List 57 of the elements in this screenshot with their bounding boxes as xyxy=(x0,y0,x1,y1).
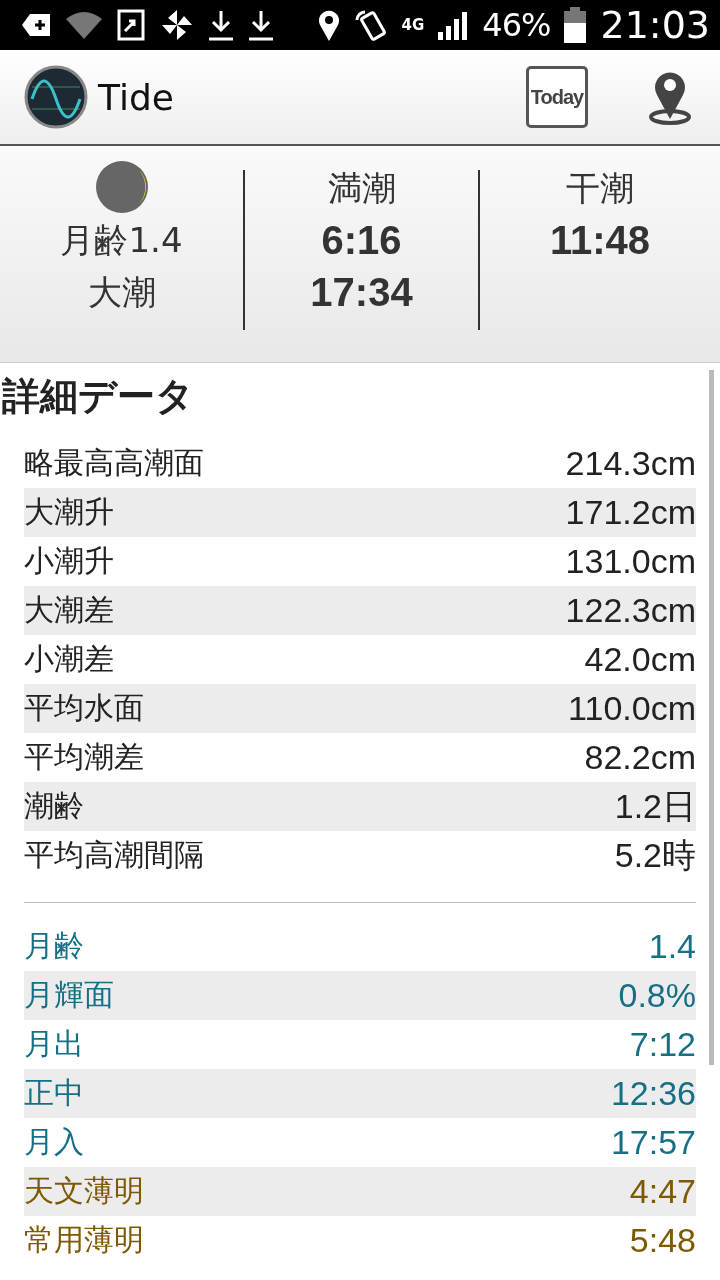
row-value: 122.3cm xyxy=(565,591,696,630)
location-icon xyxy=(317,9,340,41)
screen-share-icon xyxy=(116,9,146,41)
app-title: Tide xyxy=(98,76,175,118)
row-value: 5.2時 xyxy=(614,834,696,876)
pinwheel-icon xyxy=(160,8,194,42)
row-value: 42.0cm xyxy=(584,640,696,679)
moon-phase-icon xyxy=(94,160,149,214)
network-type: 4G xyxy=(401,17,425,33)
high-tide-time: 6:16 xyxy=(321,217,402,264)
nfc-phone-icon xyxy=(353,8,388,42)
row-value: 1.4 xyxy=(648,927,696,966)
row-value: 0.8% xyxy=(618,976,696,1015)
row-label: 月輝面 xyxy=(24,976,114,1014)
row-label: 常用薄明 xyxy=(24,1221,144,1259)
high-tide-label: 満潮 xyxy=(327,167,396,210)
row-value: 5:48 xyxy=(629,1221,696,1260)
clock: 21:03 xyxy=(600,3,710,47)
wifi-icon xyxy=(66,11,102,39)
row-value: 17:57 xyxy=(610,1123,696,1162)
row-value: 4:47 xyxy=(629,1172,696,1211)
low-tide-time: 11:48 xyxy=(549,217,651,264)
row-value: 131.0cm xyxy=(565,542,696,581)
row-label: 略最高高潮面 xyxy=(24,444,204,482)
row-label: 月齢 xyxy=(24,927,84,965)
row-label: 大潮升 xyxy=(24,493,114,531)
row-label: 大潮差 xyxy=(24,591,114,629)
row-label: 平均水面 xyxy=(24,689,144,727)
signal-icon xyxy=(438,10,469,40)
row-label: 正中 xyxy=(24,1074,84,1112)
row-label: 小潮差 xyxy=(24,640,114,678)
section-title: 詳細データ xyxy=(1,373,195,420)
battery-percent: 46% xyxy=(482,6,551,44)
download-icon xyxy=(208,9,234,41)
notification-icon xyxy=(22,12,52,38)
row-label: 月入 xyxy=(24,1123,84,1161)
row-value: 171.2cm xyxy=(565,493,696,532)
row-label: 平均高潮間隔 xyxy=(24,836,204,874)
row-value: 7:12 xyxy=(629,1025,696,1064)
row-label: 月出 xyxy=(24,1025,84,1063)
download-icon xyxy=(248,9,274,41)
row-label: 小潮升 xyxy=(24,542,114,580)
high-tide-time: 17:34 xyxy=(310,269,413,316)
low-tide-label: 干潮 xyxy=(566,167,634,210)
row-value: 214.3cm xyxy=(565,444,696,483)
row-value: 1.2日 xyxy=(614,785,696,827)
row-value: 82.2cm xyxy=(584,738,696,777)
moon-age: 月齢1.4 xyxy=(60,219,183,262)
row-value: 110.0cm xyxy=(568,689,696,728)
row-label: 平均潮差 xyxy=(24,738,144,776)
battery-icon xyxy=(564,7,587,43)
row-value: 12:36 xyxy=(610,1074,696,1113)
tide-type: 大潮 xyxy=(87,271,156,314)
today-button[interactable]: Today xyxy=(526,66,588,128)
row-label: 潮齢 xyxy=(24,787,84,825)
tide-chart-icon xyxy=(24,65,88,129)
row-label: 天文薄明 xyxy=(24,1172,144,1210)
